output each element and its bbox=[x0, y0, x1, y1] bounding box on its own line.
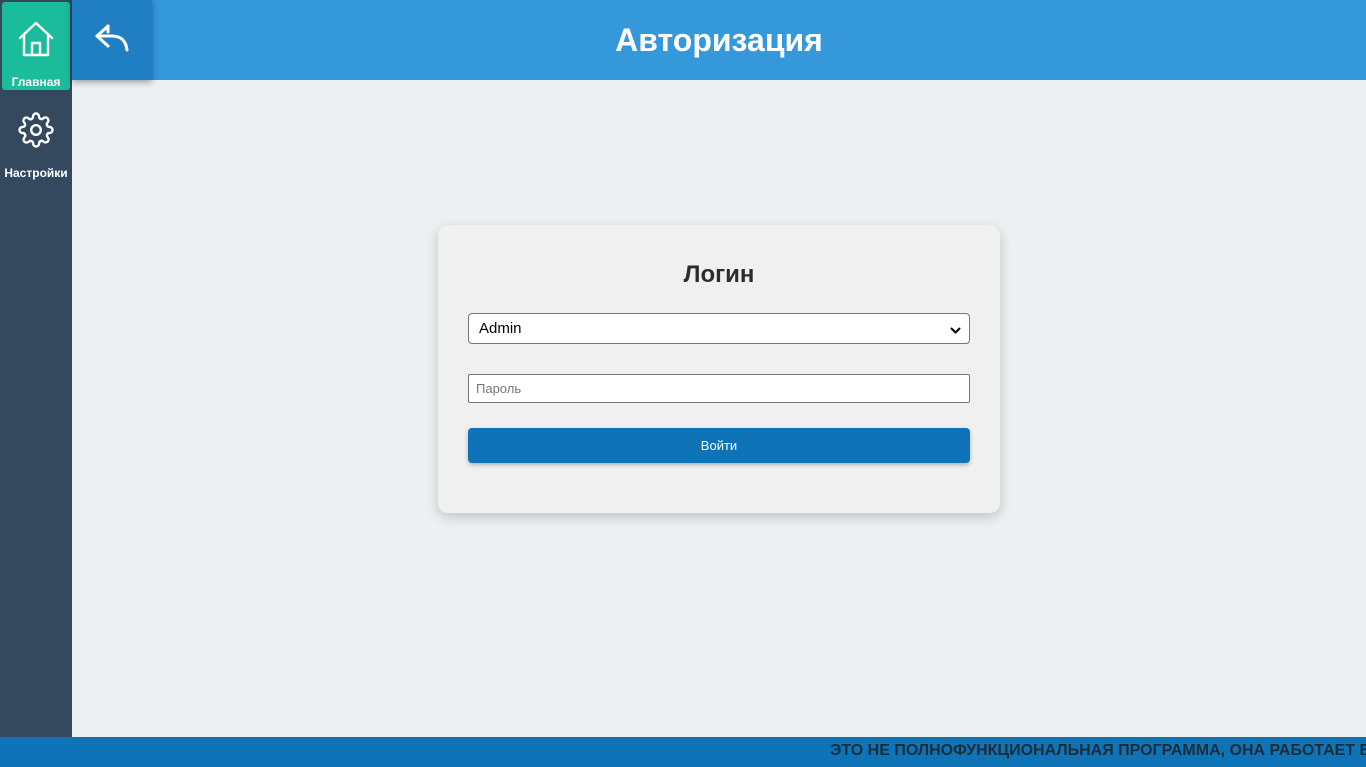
login-title: Логин bbox=[683, 261, 755, 288]
login-card: Логин Admin Войти bbox=[438, 225, 1000, 513]
ticker-bar: ЭТО НЕ ПОЛНОФУНКЦИОНАЛЬНАЯ ПРОГРАММА, ОН… bbox=[0, 737, 1366, 767]
ticker-text: ЭТО НЕ ПОЛНОФУНКЦИОНАЛЬНАЯ ПРОГРАММА, ОН… bbox=[830, 742, 1366, 759]
page-title: Авторизация bbox=[615, 21, 823, 58]
login-button[interactable]: Войти bbox=[468, 428, 970, 463]
back-button[interactable] bbox=[72, 0, 152, 80]
gear-icon bbox=[17, 110, 55, 150]
reply-arrow-icon bbox=[94, 23, 130, 58]
sidebar-item-home[interactable]: Главная bbox=[2, 2, 70, 90]
sidebar-item-label: Главная bbox=[11, 75, 61, 89]
sidebar-item-label: Настройки bbox=[4, 166, 68, 180]
chevron-down-icon bbox=[950, 323, 961, 340]
user-select[interactable]: Admin bbox=[468, 313, 970, 344]
sidebar: Главная Настройки bbox=[0, 0, 72, 737]
sidebar-item-settings[interactable]: Настройки bbox=[0, 92, 72, 180]
user-select-value: Admin bbox=[479, 320, 522, 337]
home-icon bbox=[17, 19, 55, 59]
password-field[interactable] bbox=[468, 374, 970, 403]
header-bar: Авторизация bbox=[72, 0, 1366, 80]
